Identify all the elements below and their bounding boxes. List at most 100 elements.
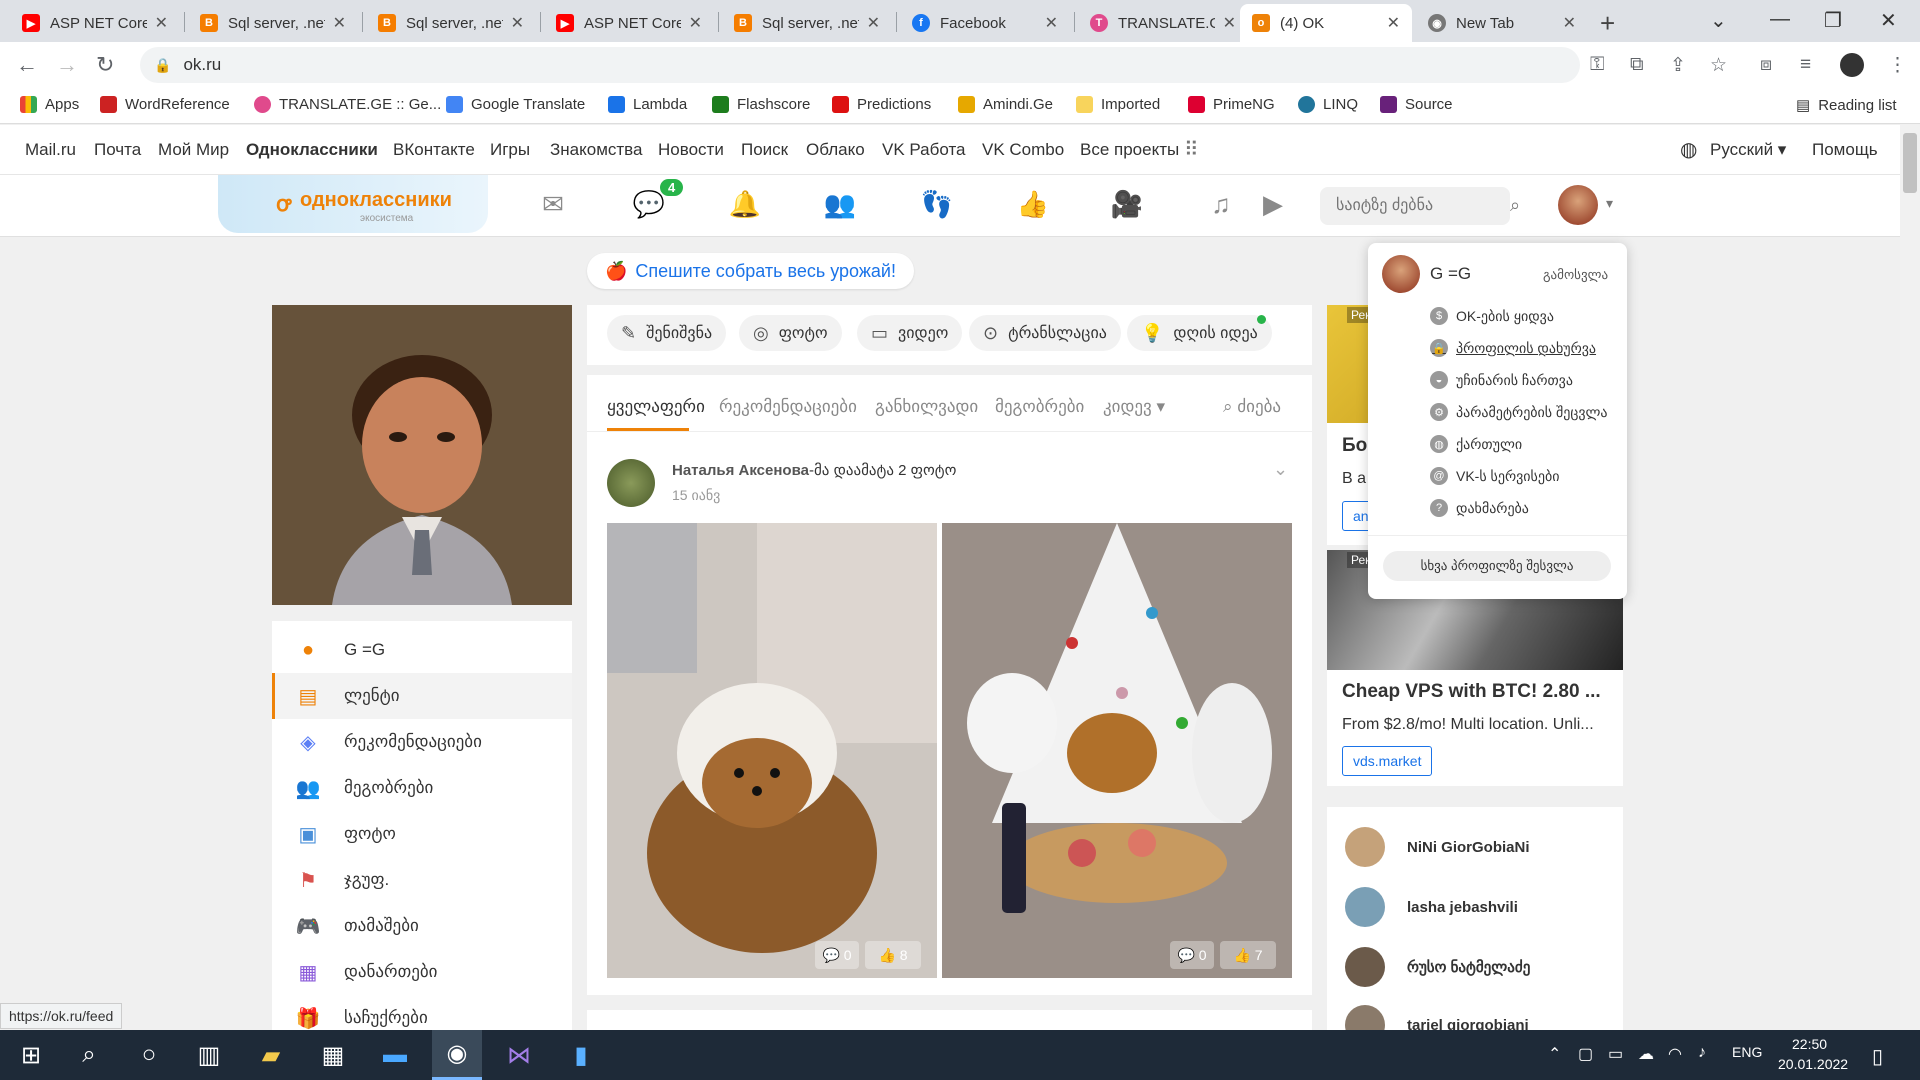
battery-icon[interactable]: ▭: [1608, 1044, 1623, 1064]
close-icon[interactable]: ✕: [1045, 13, 1058, 33]
browser-tab[interactable]: ▶ ASP NET Core ✕: [544, 4, 714, 42]
close-icon[interactable]: ✕: [689, 13, 702, 33]
close-icon[interactable]: ✕: [1223, 13, 1236, 33]
left-menu-games[interactable]: 🎮 თამაშები: [272, 903, 572, 949]
portal-link[interactable]: Игры: [490, 140, 530, 160]
clock-time[interactable]: 22:50: [1792, 1036, 1827, 1052]
calculator-icon[interactable]: ▦: [308, 1030, 358, 1080]
guests-icon[interactable]: 👣: [920, 189, 954, 223]
dropdown-item-buy-ok[interactable]: $ OK-ების ყიდვა: [1430, 307, 1554, 325]
likes-icon[interactable]: 👍: [1016, 189, 1050, 223]
search-icon[interactable]: ⌕: [64, 1030, 114, 1080]
search-icon[interactable]: ⌕: [1510, 195, 1520, 216]
comments-counter[interactable]: 💬 0: [815, 941, 859, 969]
promo-banner[interactable]: 🍎 Спешите собрать весь урожай!: [587, 253, 914, 289]
bookmark-item[interactable]: WordReference: [100, 96, 230, 113]
portal-link[interactable]: Все проекты: [1080, 140, 1179, 160]
media-icon[interactable]: ≡: [1800, 54, 1811, 76]
video-icon[interactable]: 🎥: [1110, 189, 1144, 223]
likes-counter[interactable]: 👍 8: [865, 941, 921, 969]
avatar[interactable]: [1382, 255, 1420, 293]
composer-note-button[interactable]: ✎ შენიშვნა: [607, 315, 727, 351]
close-icon[interactable]: ✕: [867, 13, 880, 33]
profile-avatar[interactable]: [1840, 53, 1864, 77]
discussions-icon[interactable]: 💬: [632, 189, 666, 223]
composer-idea-button[interactable]: 💡 დღის იდეა: [1127, 315, 1272, 351]
file-explorer-icon[interactable]: ▰: [246, 1030, 296, 1080]
dropdown-item-invisible[interactable]: ◒ უჩინარის ჩართვა: [1430, 371, 1573, 389]
dropdown-item-help[interactable]: ? დახმარება: [1430, 499, 1529, 517]
logo[interactable]: ꝍ одноклассники экосистема: [218, 175, 488, 233]
address-bar[interactable]: 🔒 ok.ru: [140, 47, 1580, 83]
bookmark-folder[interactable]: Imported: [1076, 96, 1160, 113]
portal-link[interactable]: Новости: [658, 140, 724, 160]
dropdown-user-name[interactable]: G =G: [1430, 264, 1471, 284]
bookmark-item[interactable]: TRANSLATE.GE :: Ge...: [254, 96, 441, 113]
url-text[interactable]: ok.ru: [183, 55, 221, 75]
composer-video-button[interactable]: ▭ ვიდეო: [857, 315, 963, 351]
new-tab-button[interactable]: +: [1600, 8, 1615, 39]
close-icon[interactable]: ✕: [155, 13, 168, 33]
friend-item[interactable]: NiNi GiorGobiaNi: [1345, 827, 1530, 867]
portal-link[interactable]: Мой Мир: [158, 140, 229, 160]
close-icon[interactable]: ✕: [333, 13, 346, 33]
portal-link[interactable]: Mail.ru: [25, 140, 76, 160]
switch-profile-button[interactable]: სხვა პროფილზე შესვლა: [1383, 551, 1611, 581]
volume-icon[interactable]: ♪: [1698, 1044, 1706, 1062]
language-indicator[interactable]: ENG: [1732, 1044, 1762, 1060]
browser-tab[interactable]: ◉ New Tab ✕: [1416, 4, 1588, 42]
composer-broadcast-button[interactable]: ⊙ ტრანსლაცია: [969, 315, 1121, 351]
scrollbar-thumb[interactable]: [1903, 133, 1917, 193]
friend-item[interactable]: რუსო ნატმელაძე: [1345, 947, 1530, 987]
portal-link[interactable]: ВКонтакте: [393, 140, 475, 160]
dropdown-item-settings[interactable]: ⚙ პარამეტრების შეცვლა: [1430, 403, 1608, 421]
back-icon[interactable]: ←: [16, 52, 38, 78]
post-menu-chevron-icon[interactable]: ⌄: [1273, 459, 1288, 480]
feed-tab-more[interactable]: კიდევ ▾: [1103, 397, 1165, 417]
bookmark-item[interactable]: Lambda: [608, 96, 687, 113]
dropdown-item-vk-services[interactable]: @ VK-ს სერვისები: [1430, 467, 1559, 485]
feed-tab-recommendations[interactable]: რეკომენდაციები: [719, 397, 857, 417]
left-menu-apps[interactable]: ▦ დანართები: [272, 949, 572, 995]
post-photo[interactable]: 💬 0 👍 7: [942, 523, 1292, 978]
browser-tab[interactable]: ▶ ASP NET Core ✕: [10, 4, 180, 42]
reading-list[interactable]: ▤ Reading list: [1796, 96, 1897, 115]
device-icon[interactable]: ▢: [1578, 1044, 1593, 1064]
close-icon[interactable]: ✕: [1387, 13, 1400, 33]
portal-link[interactable]: Облако: [806, 140, 865, 160]
bookmark-apps[interactable]: Apps: [20, 96, 79, 113]
bookmark-star-icon[interactable]: ☆: [1710, 54, 1727, 77]
browser-tab[interactable]: B Sql server, .net ✕: [722, 4, 892, 42]
chevron-down-icon[interactable]: ▾: [1606, 195, 1613, 212]
scrollbar[interactable]: [1900, 125, 1920, 1030]
bookmark-item[interactable]: PrimeNG: [1188, 96, 1275, 113]
bookmark-item[interactable]: Google Translate: [446, 96, 585, 113]
search-input[interactable]: [1320, 187, 1510, 225]
cortana-icon[interactable]: ○: [124, 1030, 174, 1080]
sound-app-icon[interactable]: ▮: [556, 1030, 606, 1080]
onedrive-icon[interactable]: ☁: [1638, 1044, 1654, 1064]
chrome-icon[interactable]: ◉: [432, 1030, 482, 1080]
language-select[interactable]: Русский ▾: [1710, 140, 1786, 160]
bookmark-item[interactable]: Flashscore: [712, 96, 810, 113]
dropdown-item-close-profile[interactable]: 🔒 პროფილის დახურვა: [1430, 339, 1596, 357]
friends-icon[interactable]: 👥: [823, 189, 857, 223]
portal-link[interactable]: VK Combo: [982, 140, 1064, 160]
browser-tab[interactable]: B Sql server, .net ✕: [366, 4, 536, 42]
forward-icon[interactable]: →: [56, 52, 78, 78]
browser-tab[interactable]: B Sql server, .net ✕: [188, 4, 358, 42]
browser-tab[interactable]: f Facebook ✕: [900, 4, 1070, 42]
left-menu-feed[interactable]: ▤ ლენტი: [272, 673, 572, 719]
close-icon[interactable]: ✕: [511, 13, 524, 33]
translate-page-icon[interactable]: ⧉: [1630, 54, 1644, 76]
avatar[interactable]: [1558, 185, 1598, 225]
windows-start-icon[interactable]: ⊞: [6, 1030, 56, 1080]
bookmark-item[interactable]: Amindi.Ge: [958, 96, 1053, 113]
clock-date[interactable]: 20.01.2022: [1778, 1056, 1848, 1072]
comments-counter[interactable]: 💬 0: [1170, 941, 1214, 969]
friend-item[interactable]: lasha jebashvili: [1345, 887, 1518, 927]
left-menu-recommendations[interactable]: ◈ რეკომენდაციები: [272, 719, 572, 765]
music-icon[interactable]: ♫: [1204, 189, 1238, 223]
feed-tab-friends[interactable]: მეგობრები: [995, 397, 1084, 417]
post-author[interactable]: Наталья Аксенова: [672, 462, 809, 479]
